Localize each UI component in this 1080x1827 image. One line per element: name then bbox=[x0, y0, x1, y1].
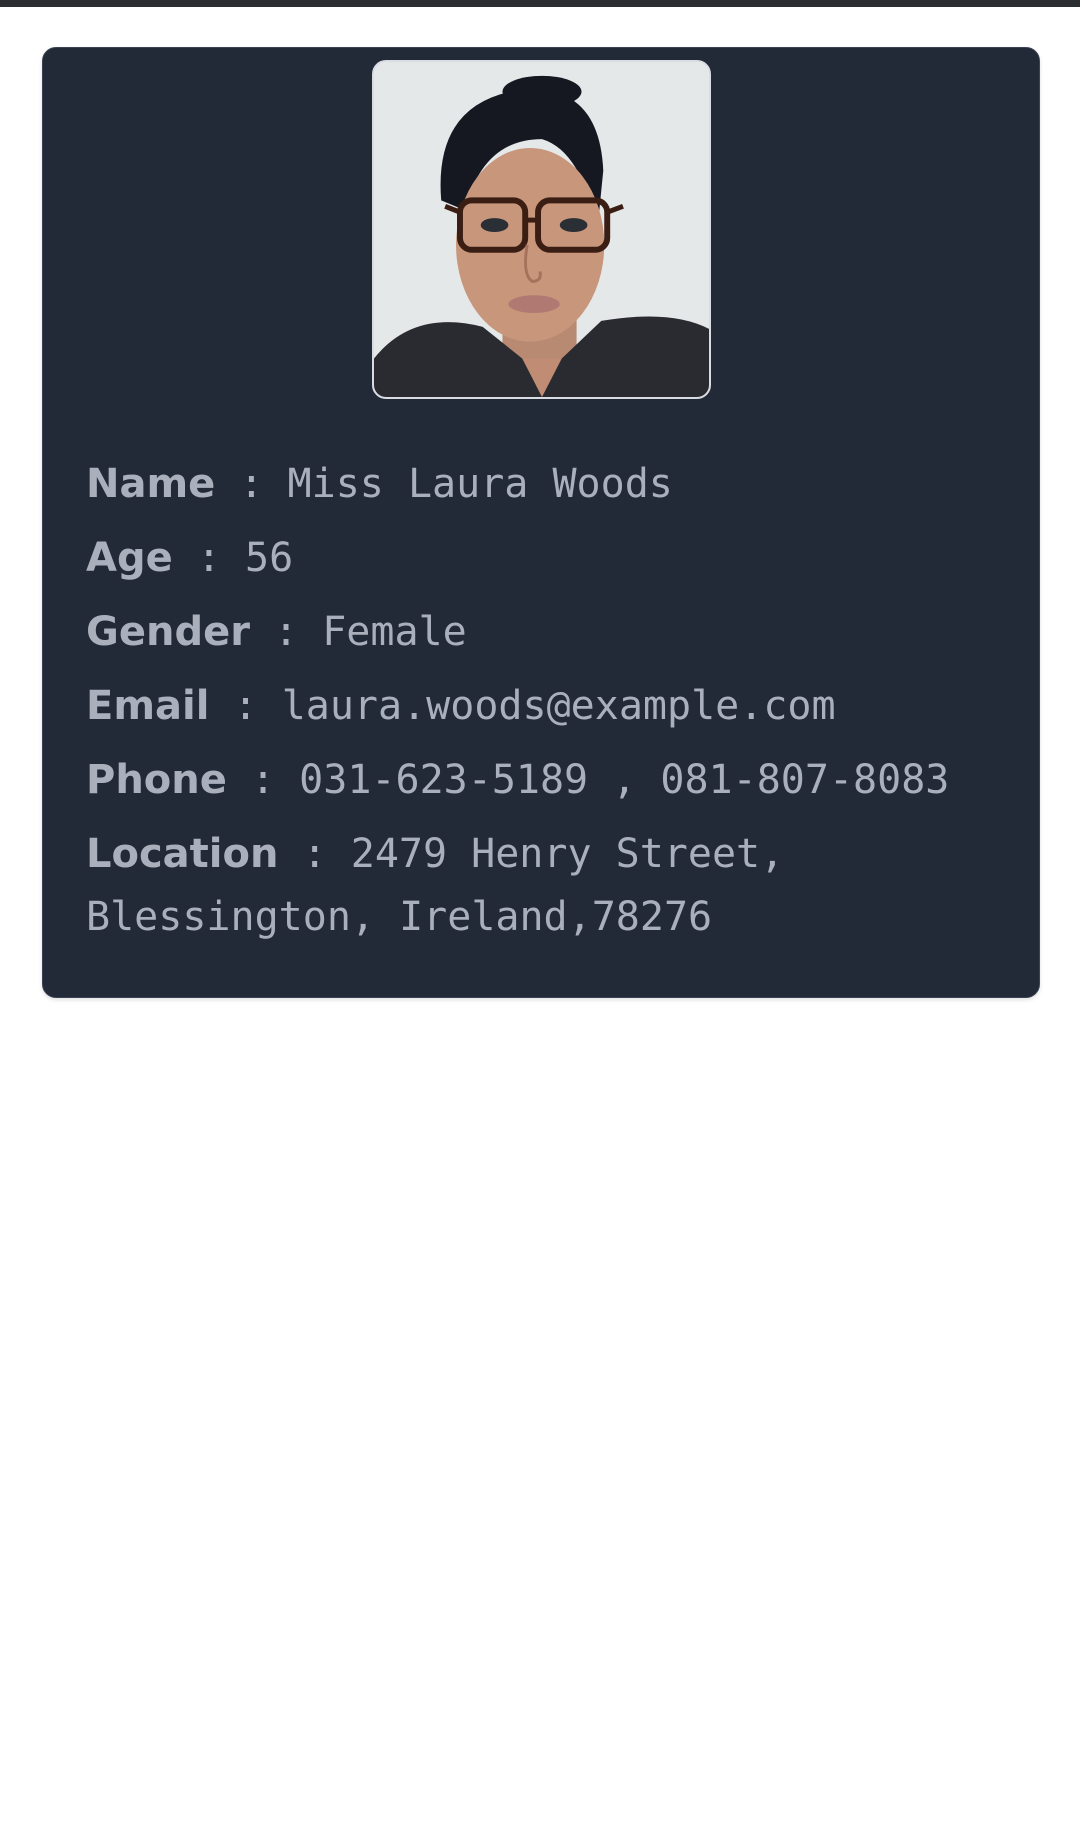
avatar bbox=[372, 60, 711, 399]
name-row: Name : Miss Laura Woods bbox=[86, 453, 1016, 516]
name-label: Name bbox=[86, 461, 216, 507]
profile-card: Name : Miss Laura Woods Age : 56 Gender … bbox=[42, 47, 1040, 998]
separator: : bbox=[239, 461, 288, 507]
age-label: Age bbox=[86, 535, 173, 581]
phone-row: Phone : 031-623-5189 , 081-807-8083 bbox=[86, 749, 1016, 812]
name-value: Miss Laura Woods bbox=[287, 461, 673, 507]
gender-value: Female bbox=[322, 609, 467, 655]
avatar-photo bbox=[374, 62, 709, 397]
phone-label: Phone bbox=[86, 757, 227, 803]
separator: : bbox=[196, 535, 245, 581]
email-value: laura.woods@example.com bbox=[281, 683, 836, 729]
separator: : bbox=[274, 609, 323, 655]
profile-details: Name : Miss Laura Woods Age : 56 Gender … bbox=[86, 453, 1016, 960]
age-value: 56 bbox=[244, 535, 294, 581]
separator: : bbox=[302, 831, 351, 877]
email-label: Email bbox=[86, 683, 210, 729]
age-row: Age : 56 bbox=[86, 527, 1016, 590]
email-row: Email : laura.woods@example.com bbox=[86, 675, 1016, 738]
location-row: Location : 2479 Henry Street, Blessingto… bbox=[86, 823, 1016, 949]
phone-value: 031-623-5189 , 081-807-8083 bbox=[299, 757, 950, 803]
separator: : bbox=[233, 683, 282, 729]
gender-label: Gender bbox=[86, 609, 250, 655]
separator: : bbox=[250, 757, 300, 803]
browser-top-bar bbox=[0, 0, 1080, 7]
location-label: Location bbox=[86, 831, 279, 877]
gender-row: Gender : Female bbox=[86, 601, 1016, 664]
